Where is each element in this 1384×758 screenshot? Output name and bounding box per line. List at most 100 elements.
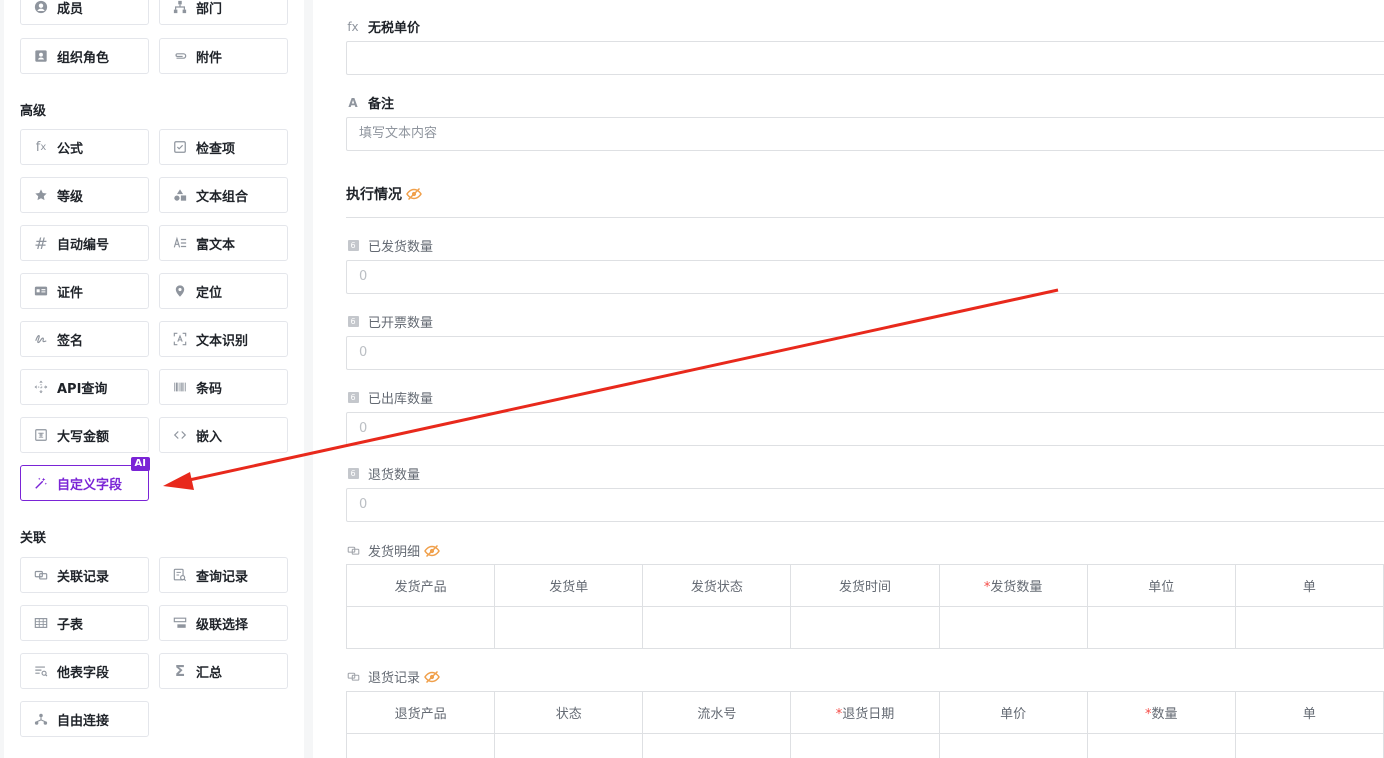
table-cell[interactable] bbox=[494, 733, 644, 758]
table-cell[interactable] bbox=[345, 606, 496, 649]
field-label: 等级 bbox=[57, 189, 84, 205]
table-cell[interactable] bbox=[938, 606, 1088, 649]
field-label: 子表 bbox=[57, 617, 84, 633]
table-cell[interactable] bbox=[1086, 606, 1236, 649]
field-location[interactable]: 定位 bbox=[159, 273, 288, 309]
invoiced-qty-label: 6 已开票数量 bbox=[346, 312, 433, 331]
field-api-query[interactable]: API查询 bbox=[20, 369, 149, 405]
field-summary[interactable]: Σ 汇总 bbox=[159, 653, 288, 689]
field-barcode[interactable]: 条码 bbox=[159, 369, 288, 405]
column-header: 退货产品 bbox=[345, 691, 496, 734]
field-member[interactable]: 成员 bbox=[20, 0, 149, 25]
star-icon bbox=[33, 187, 49, 203]
field-label: 大写金额 bbox=[57, 429, 110, 445]
table-row bbox=[345, 606, 1384, 649]
form-preview: fx 无税单价 A 备注 填写文本内容 执行情况 6 已发货数量 0 6 已开票… bbox=[313, 0, 1384, 758]
outbound-qty-input[interactable]: 0 bbox=[346, 412, 1384, 446]
field-label: API查询 bbox=[57, 381, 108, 397]
table-cell[interactable] bbox=[1086, 733, 1236, 758]
free-connect-icon bbox=[33, 711, 49, 727]
link-record-icon bbox=[346, 670, 360, 684]
field-department[interactable]: 部门 bbox=[159, 0, 288, 25]
number-icon: 6 bbox=[346, 315, 360, 329]
field-label: 他表字段 bbox=[57, 665, 110, 681]
field-embed[interactable]: 嵌入 bbox=[159, 417, 288, 453]
note-input[interactable]: 填写文本内容 bbox=[346, 117, 1384, 151]
group-title-relation: 关联 bbox=[20, 531, 47, 546]
field-label: 查询记录 bbox=[196, 569, 249, 585]
eye-hidden-icon bbox=[406, 187, 422, 201]
table-cell[interactable] bbox=[642, 733, 792, 758]
field-signature[interactable]: 签名 bbox=[20, 321, 149, 357]
link-record-icon bbox=[33, 567, 49, 583]
shipped-qty-input[interactable]: 0 bbox=[346, 260, 1384, 294]
column-header: 发货单 bbox=[494, 564, 644, 607]
field-ocr[interactable]: 文本识别 bbox=[159, 321, 288, 357]
shapes-icon bbox=[172, 187, 188, 203]
field-query-record[interactable]: 查询记录 bbox=[159, 557, 288, 593]
field-label: 条码 bbox=[196, 381, 223, 397]
field-id-card[interactable]: 证件 bbox=[20, 273, 149, 309]
column-header: 单 bbox=[1234, 564, 1384, 607]
column-header: *退货日期 bbox=[790, 691, 940, 734]
field-other-table[interactable]: 他表字段 bbox=[20, 653, 149, 689]
column-header: *数量 bbox=[1086, 691, 1236, 734]
field-label: 检查项 bbox=[196, 141, 236, 157]
field-custom-ai[interactable]: 自定义字段 AI bbox=[20, 457, 150, 501]
table-cell[interactable] bbox=[345, 733, 496, 758]
field-free-connect[interactable]: 自由连接 bbox=[20, 701, 149, 737]
price-input[interactable] bbox=[346, 41, 1384, 75]
price-field-label: fx 无税单价 bbox=[346, 17, 420, 37]
return-table-label: 退货记录 bbox=[346, 667, 440, 686]
column-header: 发货时间 bbox=[790, 564, 940, 607]
table-cell[interactable] bbox=[494, 606, 644, 649]
field-sub-table[interactable]: 子表 bbox=[20, 605, 149, 641]
invoiced-qty-text: 已开票数量 bbox=[368, 316, 434, 331]
invoiced-qty-input[interactable]: 0 bbox=[346, 336, 1384, 370]
field-label: 嵌入 bbox=[196, 429, 223, 445]
section-title-text: 执行情况 bbox=[346, 187, 402, 203]
group-title-advanced: 高级 bbox=[20, 104, 47, 119]
field-text-combine[interactable]: 文本组合 bbox=[159, 177, 288, 213]
return-qty-input[interactable]: 0 bbox=[346, 488, 1384, 522]
field-auto-number[interactable]: # 自动编号 bbox=[20, 225, 149, 261]
table-cell[interactable] bbox=[938, 733, 1088, 758]
code-brackets-icon bbox=[172, 427, 188, 443]
id-card-icon bbox=[33, 283, 49, 299]
table-cell[interactable] bbox=[1234, 606, 1384, 649]
field-link-record[interactable]: 关联记录 bbox=[20, 557, 149, 593]
rich-text-icon bbox=[172, 235, 188, 251]
table-cell[interactable] bbox=[1234, 733, 1384, 758]
table-cell[interactable] bbox=[790, 606, 940, 649]
outbound-qty-label: 6 已出库数量 bbox=[346, 388, 433, 407]
field-capital-amount[interactable]: 大写金额 bbox=[20, 417, 149, 453]
ocr-scan-icon bbox=[172, 331, 188, 347]
field-label: 关联记录 bbox=[57, 569, 110, 585]
column-header: 单位 bbox=[1086, 564, 1236, 607]
field-label: 附件 bbox=[196, 50, 223, 66]
table-cell[interactable] bbox=[790, 733, 940, 758]
user-circle-icon bbox=[33, 0, 49, 15]
field-checklist[interactable]: 检查项 bbox=[159, 129, 288, 165]
page: 成员 部门 组织角色 附件 高级 fx 公式 检查项 等级 文本组合 # 自动编… bbox=[0, 0, 1384, 758]
field-label: 文本识别 bbox=[196, 333, 249, 349]
column-header: 发货产品 bbox=[345, 564, 496, 607]
field-rich-text[interactable]: 富文本 bbox=[159, 225, 288, 261]
table-cell[interactable] bbox=[642, 606, 792, 649]
field-formula[interactable]: fx 公式 bbox=[20, 129, 149, 165]
field-rating[interactable]: 等级 bbox=[20, 177, 149, 213]
table-header-row: 退货产品 状态 流水号 *退货日期 单价 *数量 单 bbox=[345, 691, 1384, 734]
table-row bbox=[345, 733, 1384, 758]
barcode-icon bbox=[172, 379, 188, 395]
field-label: 文本组合 bbox=[196, 189, 249, 205]
field-label: 成员 bbox=[57, 1, 84, 17]
column-header: 单 bbox=[1234, 691, 1384, 734]
column-header: *发货数量 bbox=[938, 564, 1088, 607]
field-attachment[interactable]: 附件 bbox=[159, 38, 288, 74]
field-cascade[interactable]: 级联选择 bbox=[159, 605, 288, 641]
field-org-role[interactable]: 组织角色 bbox=[20, 38, 149, 74]
section-divider bbox=[346, 217, 1384, 218]
sigma-icon: Σ bbox=[174, 662, 186, 680]
eye-hidden-icon bbox=[424, 544, 440, 558]
number-icon: 6 bbox=[346, 467, 360, 481]
